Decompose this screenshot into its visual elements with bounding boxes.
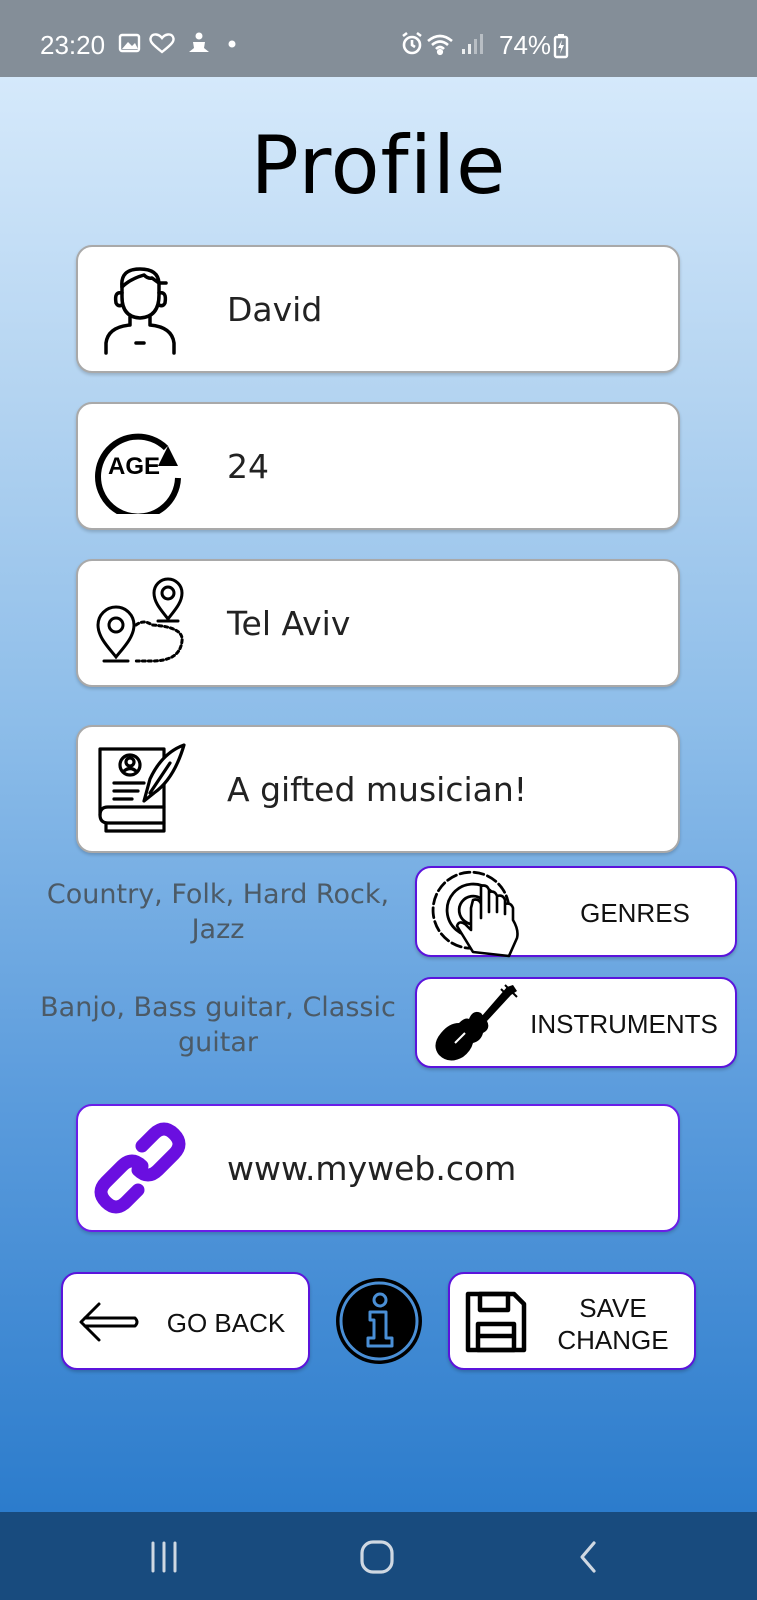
instruments-button-label: INSTRUMENTS [530, 1009, 718, 1039]
genres-button-label: GENRES [580, 898, 690, 928]
save-label-line1: SAVE [579, 1293, 647, 1323]
wifi-icon [427, 34, 453, 56]
gallery-icon [118, 33, 141, 53]
bio-value: A gifted musician! [227, 769, 527, 809]
link-icon [94, 1122, 186, 1214]
arrow-left-icon [79, 1302, 139, 1342]
user-icon [104, 267, 176, 355]
go-back-label: GO BACK [166, 1308, 286, 1338]
status-bar: 23:20 74% [0, 0, 757, 77]
battery-level: 74% [499, 30, 552, 60]
system-icons [400, 31, 496, 64]
bio-field[interactable]: A gifted musician! [76, 725, 680, 853]
name-value: David [227, 289, 323, 329]
profile-book-icon [98, 743, 186, 833]
navigation-bar [0, 1512, 757, 1600]
home-icon[interactable] [358, 1538, 396, 1576]
dot-icon [228, 40, 236, 48]
website-field[interactable]: www.myweb.com [76, 1104, 680, 1232]
genres-button[interactable]: GENRES [415, 866, 737, 958]
age-icon-text: AGE [108, 453, 160, 480]
floppy-disk-icon [465, 1291, 527, 1353]
alarm-icon [402, 31, 422, 55]
go-back-button[interactable]: GO BACK [61, 1272, 310, 1370]
page-title: Profile [250, 119, 507, 212]
meditation-icon [189, 32, 209, 52]
save-change-button[interactable]: SAVE CHANGE [448, 1272, 696, 1370]
heart-icon [149, 33, 175, 54]
save-change-label: SAVE CHANGE [538, 1292, 688, 1356]
age-field[interactable]: AGE 24 [76, 402, 680, 530]
name-field[interactable]: David [76, 245, 680, 373]
age-value: 24 [227, 446, 269, 486]
electric-guitar-icon [435, 984, 518, 1061]
touch-hand-icon [431, 870, 519, 958]
status-time: 23:20 [40, 30, 106, 60]
selected-instruments-text: Banjo, Bass guitar, Classic guitar [40, 992, 396, 1058]
signal-icon [462, 34, 483, 54]
recent-apps-icon[interactable] [146, 1540, 182, 1574]
save-label-line2: CHANGE [557, 1325, 669, 1355]
back-icon[interactable] [576, 1540, 602, 1574]
location-field[interactable]: Tel Aviv [76, 559, 680, 687]
info-icon [336, 1278, 422, 1364]
battery-icon [553, 34, 569, 59]
location-value: Tel Aviv [227, 603, 351, 643]
age-icon: AGE [95, 433, 181, 514]
selected-genres-text: Country, Folk, Hard Rock, Jazz [46, 879, 390, 945]
route-location-icon [96, 577, 184, 663]
website-value: www.myweb.com [227, 1148, 517, 1188]
info-button[interactable] [334, 1276, 424, 1366]
notification-icons [118, 32, 248, 65]
instruments-button[interactable]: INSTRUMENTS [415, 977, 737, 1068]
